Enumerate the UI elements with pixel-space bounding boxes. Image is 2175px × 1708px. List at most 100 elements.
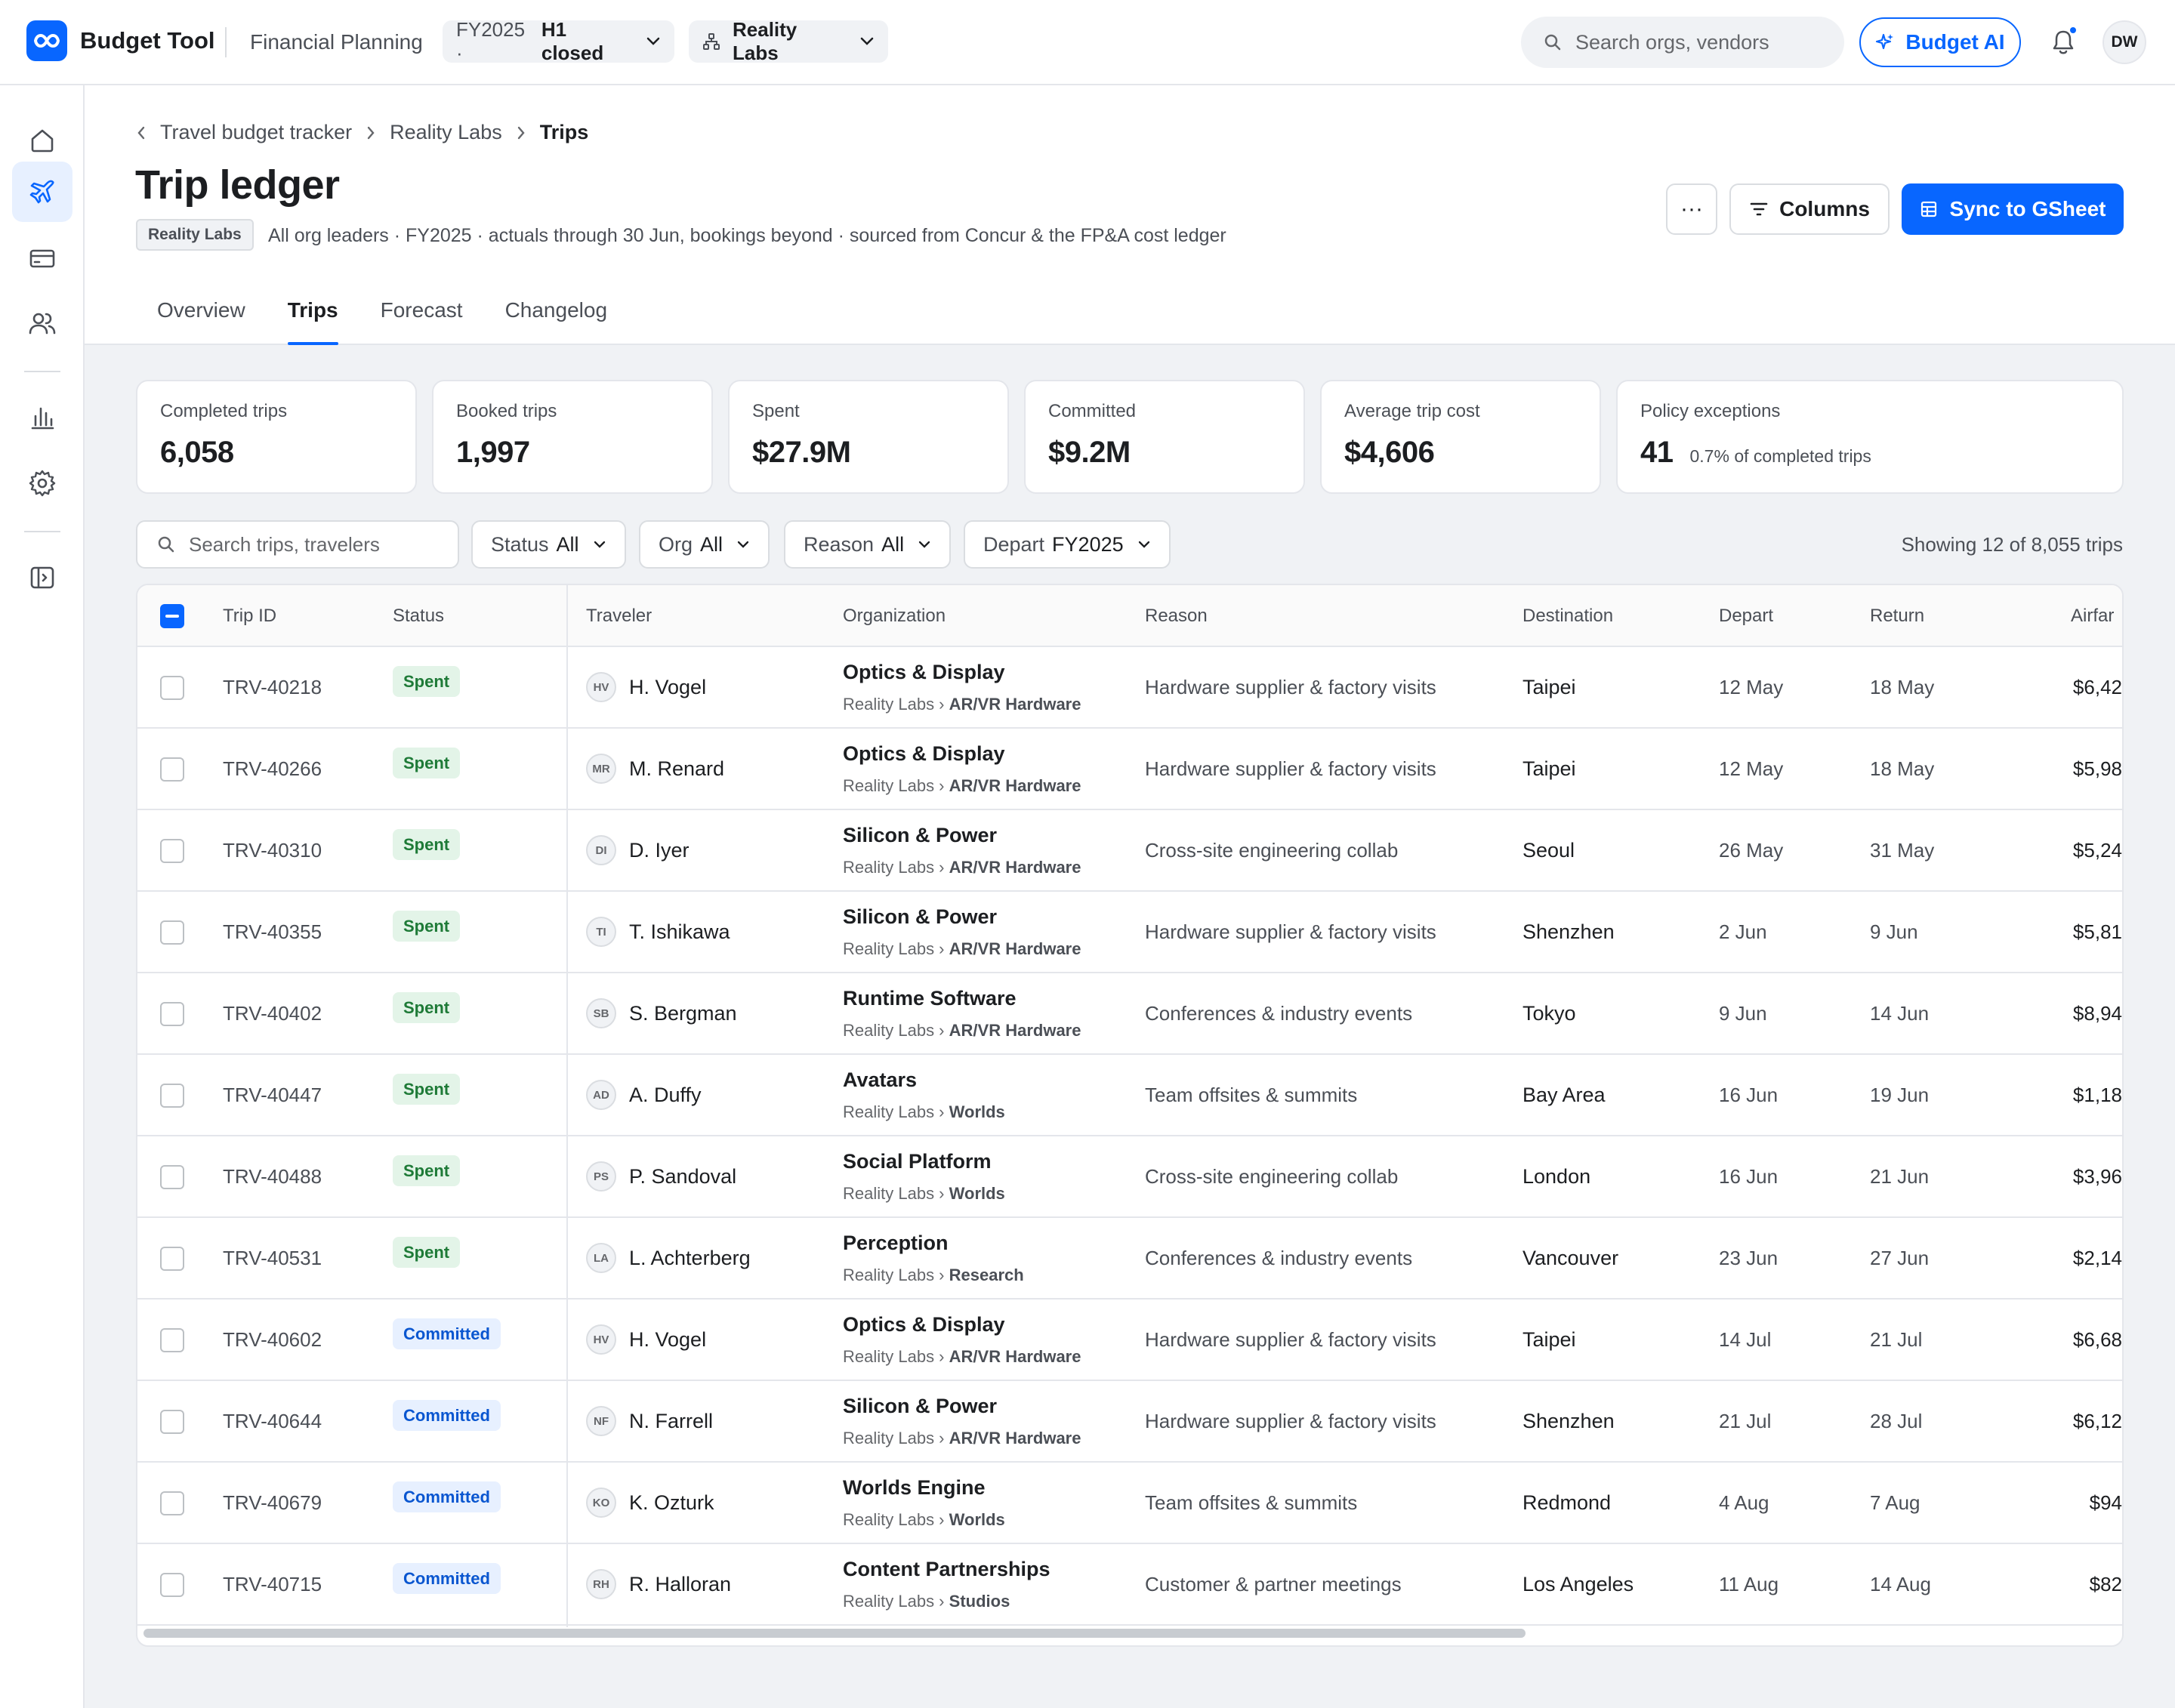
status-filter[interactable]: Status All: [471, 520, 626, 569]
row-checkbox[interactable]: [160, 757, 184, 782]
trip-id[interactable]: TRV-40355: [223, 920, 322, 944]
table-row[interactable]: TRV-40679 Committed KO K. Ozturk Worlds Engi…: [137, 1463, 2122, 1544]
col-traveler[interactable]: Traveler: [586, 606, 652, 627]
table-row[interactable]: TRV-40402 Spent SB S. Bergman Runtime Softwa…: [137, 973, 2122, 1055]
select-all-checkbox[interactable]: [160, 604, 184, 628]
traveler-name[interactable]: M. Renard: [629, 757, 724, 781]
horizontal-scrollbar[interactable]: [143, 1629, 1526, 1638]
breadcrumb-link[interactable]: Reality Labs: [390, 121, 502, 144]
col-organization[interactable]: Organization: [843, 606, 946, 627]
card-icon[interactable]: [12, 228, 72, 288]
reason-filter[interactable]: Reason All: [784, 520, 952, 569]
row-checkbox[interactable]: [160, 1410, 184, 1434]
fiscal-year-selector[interactable]: FY2025 · H1 closed: [443, 18, 674, 64]
app-logo-icon[interactable]: [26, 20, 67, 61]
trip-id[interactable]: TRV-40715: [223, 1573, 322, 1596]
row-checkbox[interactable]: [160, 1573, 184, 1597]
row-checkbox[interactable]: [160, 1491, 184, 1515]
filter-value: All: [881, 532, 905, 556]
col-trip-id[interactable]: Trip ID: [223, 606, 276, 627]
global-search-input[interactable]: Search orgs, vendors: [1521, 17, 1844, 68]
depart-filter[interactable]: Depart FY2025: [964, 520, 1171, 569]
col-return[interactable]: Return: [1870, 606, 1924, 627]
table-row[interactable]: TRV-40602 Committed HV H. Vogel Optics & Dis…: [137, 1299, 2122, 1381]
chart-icon[interactable]: [12, 387, 72, 448]
trip-id[interactable]: TRV-40644: [223, 1410, 322, 1433]
col-depart[interactable]: Depart: [1719, 606, 1773, 627]
tab-overview[interactable]: Overview: [136, 283, 267, 345]
traveler-name[interactable]: K. Ozturk: [629, 1491, 714, 1515]
trip-id[interactable]: TRV-40266: [223, 757, 322, 781]
org-parent: Reality Labs ›: [843, 1510, 945, 1529]
row-checkbox[interactable]: [160, 1247, 184, 1271]
traveler-name[interactable]: H. Vogel: [629, 676, 706, 699]
row-checkbox[interactable]: [160, 1328, 184, 1352]
table-row[interactable]: TRV-40531 Spent LA L. Achterberg Perception R…: [137, 1218, 2122, 1299]
org-selector[interactable]: Reality Labs: [689, 18, 888, 64]
traveler-name[interactable]: N. Farrell: [629, 1410, 713, 1433]
col-status[interactable]: Status: [393, 606, 444, 627]
table-row[interactable]: TRV-40310 Spent DI D. Iyer Silicon & Power Re…: [137, 810, 2122, 892]
table-row[interactable]: TRV-40355 Spent TI T. Ishikawa Silicon & Pow…: [137, 892, 2122, 973]
trip-id[interactable]: TRV-40531: [223, 1247, 322, 1270]
panel-icon[interactable]: [12, 547, 72, 608]
trip-id[interactable]: TRV-40402: [223, 1002, 322, 1025]
airfare-amount: $6,12: [2072, 1410, 2122, 1432]
budget-ai-button[interactable]: Budget AI: [1859, 17, 2021, 67]
traveler-name[interactable]: H. Vogel: [629, 1328, 706, 1352]
table-row[interactable]: TRV-40266 Spent MR M. Renard Optics & Displa…: [137, 729, 2122, 810]
table-row[interactable]: TRV-40218 Spent HV H. Vogel Optics & Display…: [137, 647, 2122, 729]
status-badge: Spent: [393, 992, 461, 1023]
org-filter[interactable]: Org All: [639, 520, 770, 569]
columns-button[interactable]: Columns: [1729, 183, 1890, 235]
col-airfare[interactable]: Airfar: [2071, 606, 2114, 627]
trip-id[interactable]: TRV-40218: [223, 676, 322, 699]
traveler-name[interactable]: S. Bergman: [629, 1002, 737, 1025]
tab-trips[interactable]: Trips: [267, 283, 359, 345]
traveler-name[interactable]: L. Achterberg: [629, 1247, 751, 1270]
plane-icon[interactable]: [12, 162, 72, 222]
user-avatar[interactable]: DW: [2102, 20, 2146, 64]
traveler-name[interactable]: T. Ishikawa: [629, 920, 730, 944]
traveler-name[interactable]: R. Halloran: [629, 1573, 731, 1596]
trip-id[interactable]: TRV-40679: [223, 1491, 322, 1515]
chevron-left-icon[interactable]: [136, 125, 147, 141]
trip-reason: Team offsites & summits: [1145, 1491, 1358, 1514]
chevron-down-icon: [593, 541, 606, 549]
trip-search-input[interactable]: Search trips, travelers: [136, 520, 459, 569]
trip-id[interactable]: TRV-40488: [223, 1165, 322, 1189]
status-badge: Spent: [393, 1237, 461, 1268]
kpi-completed-trips: Completed trips 6,058: [136, 380, 417, 494]
tab-forecast[interactable]: Forecast: [359, 283, 484, 345]
table-row[interactable]: TRV-40715 Committed RH R. Halloran Content P…: [137, 1544, 2122, 1626]
row-checkbox[interactable]: [160, 839, 184, 863]
row-checkbox[interactable]: [160, 1002, 184, 1026]
org-parent: Reality Labs ›: [843, 1429, 945, 1447]
org-group: Worlds: [949, 1102, 1005, 1121]
kpi-value: $27.9M: [752, 436, 851, 469]
row-checkbox[interactable]: [160, 676, 184, 700]
more-button[interactable]: ···: [1666, 183, 1717, 235]
tab-changelog[interactable]: Changelog: [484, 283, 628, 345]
breadcrumb-link[interactable]: Travel budget tracker: [160, 121, 352, 144]
traveler-name[interactable]: A. Duffy: [629, 1084, 702, 1107]
sync-gsheet-button[interactable]: Sync to GSheet: [1902, 183, 2124, 235]
traveler-name[interactable]: P. Sandoval: [629, 1165, 736, 1189]
trip-id[interactable]: TRV-40602: [223, 1328, 322, 1352]
org-parent: Reality Labs ›: [843, 1266, 945, 1284]
trip-id[interactable]: TRV-40310: [223, 839, 322, 862]
table-row[interactable]: TRV-40644 Committed NF N. Farrell Silicon & …: [137, 1381, 2122, 1463]
kpi-committed: Committed $9.2M: [1024, 380, 1305, 494]
gear-icon[interactable]: [12, 453, 72, 513]
row-checkbox[interactable]: [160, 920, 184, 945]
col-reason[interactable]: Reason: [1145, 606, 1208, 627]
col-destination[interactable]: Destination: [1522, 606, 1613, 627]
row-checkbox[interactable]: [160, 1165, 184, 1189]
traveler-name[interactable]: D. Iyer: [629, 839, 690, 862]
org-parent: Reality Labs ›: [843, 1184, 945, 1203]
row-checkbox[interactable]: [160, 1084, 184, 1108]
people-icon[interactable]: [12, 293, 72, 353]
table-row[interactable]: TRV-40447 Spent AD A. Duffy Avatars Reality L…: [137, 1055, 2122, 1136]
table-row[interactable]: TRV-40488 Spent PS P. Sandoval Social Platfo…: [137, 1136, 2122, 1218]
trip-id[interactable]: TRV-40447: [223, 1084, 322, 1107]
